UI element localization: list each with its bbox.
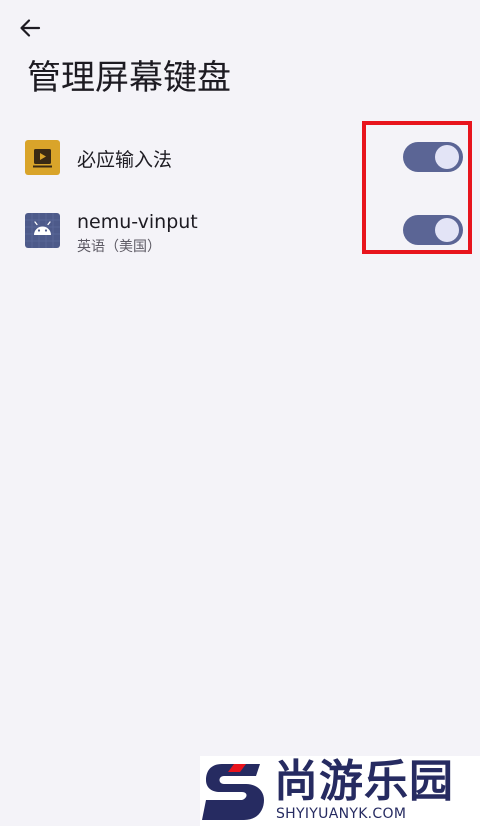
android-robot-icon (25, 213, 60, 248)
manage-keyboards-screen: 管理屏幕键盘 必应输入法 nemu-vinput 英语（美国） 尚游乐园 SHY… (0, 0, 480, 826)
back-button[interactable] (12, 12, 48, 44)
site-logo-icon (202, 764, 264, 820)
highlight-annotation-box (362, 121, 472, 254)
bing-keyboard-icon (25, 140, 60, 175)
watermark-title: 尚游乐园 (274, 756, 454, 807)
keyboard-language: 英语（美国） (77, 239, 161, 255)
keyboard-name: nemu-vinput (77, 211, 198, 233)
watermark: 尚游乐园 SHYIYUANYK.COM (200, 756, 480, 826)
page-title: 管理屏幕键盘 (27, 58, 231, 98)
arrow-back-icon (20, 19, 41, 37)
watermark-url: SHYIYUANYK.COM (276, 806, 407, 822)
keyboard-name: 必应输入法 (77, 149, 173, 171)
